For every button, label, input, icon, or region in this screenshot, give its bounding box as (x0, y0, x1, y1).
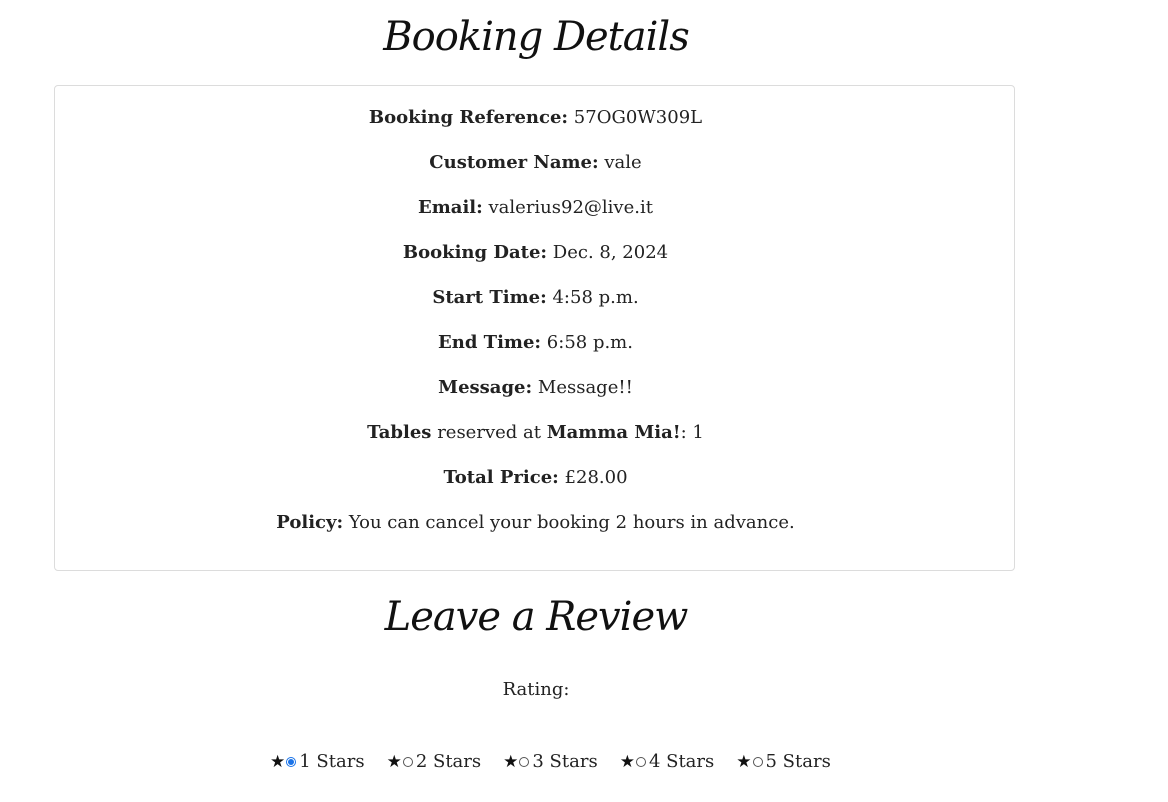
rating-radio-2[interactable] (402, 756, 413, 767)
booking-date-label: Booking Date: (402, 242, 548, 263)
rating-radio-5[interactable] (752, 756, 763, 767)
email-label: Email: (418, 197, 483, 218)
end-time-row: End Time: 6:58 p.m. (55, 331, 1016, 355)
rating-radio-4[interactable] (635, 756, 646, 767)
end-time-value: 6:58 p.m. (546, 332, 633, 353)
start-time-value: 4:58 p.m. (552, 287, 639, 308)
booking-date-value: Dec. 8, 2024 (552, 242, 669, 263)
rating-option-label: 3 Stars (532, 751, 598, 772)
rating-options: ★ 1 Stars ★ 2 Stars ★ 3 Stars ★ 4 Stars ★ 5 Stars (270, 751, 853, 772)
policy-value: You can cancel your booking 2 hours in a… (348, 512, 795, 533)
tables-count: : 1 (680, 422, 704, 443)
rating-option-1[interactable]: ★ 1 Stars (270, 751, 365, 772)
tables-label: Tables (367, 422, 432, 443)
start-time-row: Start Time: 4:58 p.m. (55, 286, 1016, 310)
rating-option-4[interactable]: ★ 4 Stars (620, 751, 715, 772)
booking-details-card: Booking Reference: 57OG0W309L Customer N… (54, 85, 1015, 571)
start-time-label: Start Time: (432, 287, 547, 308)
total-price-label: Total Price: (443, 467, 559, 488)
booking-reference-row: Booking Reference: 57OG0W309L (55, 106, 1016, 130)
rating-option-label: 4 Stars (648, 751, 715, 772)
page: Booking Details Booking Reference: 57OG0… (0, 0, 1168, 802)
booking-reference-value: 57OG0W309L (573, 107, 703, 128)
rating-option-5[interactable]: ★ 5 Stars (736, 751, 831, 772)
rating-radio-1[interactable] (286, 756, 297, 767)
message-label: Message: (438, 377, 533, 398)
customer-name-value: vale (604, 152, 642, 173)
message-row: Message: Message!! (55, 376, 1016, 400)
customer-name-row: Customer Name: vale (55, 151, 1016, 175)
star-icon: ★ (270, 751, 286, 772)
customer-name-label: Customer Name: (429, 152, 599, 173)
tables-mid-text: reserved at (437, 422, 541, 443)
star-icon: ★ (503, 751, 519, 772)
rating-option-label: 2 Stars (415, 751, 482, 772)
message-value: Message!! (537, 377, 633, 398)
rating-label: Rating: (502, 679, 570, 700)
email-row: Email: valerius92@live.it (55, 196, 1016, 220)
rating-radio-3[interactable] (519, 756, 530, 767)
booking-reference-label: Booking Reference: (368, 107, 569, 128)
end-time-label: End Time: (438, 332, 542, 353)
booking-date-row: Booking Date: Dec. 8, 2024 (55, 241, 1016, 265)
rating-option-2[interactable]: ★ 2 Stars (387, 751, 482, 772)
leave-review-title: Leave a Review (384, 594, 689, 640)
star-icon: ★ (619, 751, 635, 772)
rating-option-label: 1 Stars (299, 751, 365, 772)
star-icon: ★ (386, 751, 402, 772)
total-price-row: Total Price: £28.00 (55, 466, 1016, 490)
booking-details-title: Booking Details (383, 14, 689, 60)
policy-label: Policy: (276, 512, 344, 533)
policy-row: Policy: You can cancel your booking 2 ho… (55, 511, 1016, 535)
star-icon: ★ (736, 751, 752, 772)
rating-option-3[interactable]: ★ 3 Stars (503, 751, 598, 772)
total-price-value: £28.00 (564, 467, 628, 488)
rating-option-label: 5 Stars (765, 751, 831, 772)
email-value: valerius92@live.it (488, 197, 653, 218)
restaurant-name: Mamma Mia! (546, 422, 681, 443)
tables-row: Tables reserved at Mamma Mia!: 1 (55, 421, 1016, 445)
